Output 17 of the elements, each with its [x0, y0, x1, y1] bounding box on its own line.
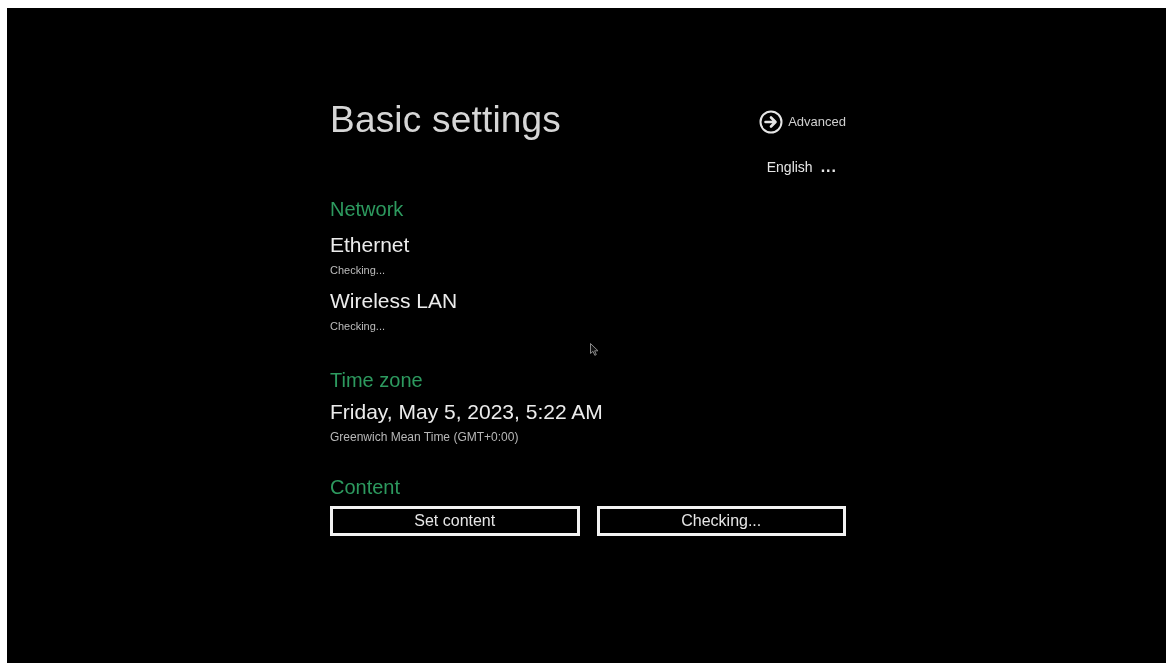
network-name[interactable]: Wireless LAN [330, 289, 458, 313]
content-button[interactable]: Set content [330, 506, 580, 536]
language-label: English [766, 158, 813, 176]
network-status: Checking... [330, 263, 387, 278]
advanced-link[interactable]: Advanced [759, 110, 846, 134]
page-title: Basic settings [330, 98, 562, 142]
date-time-text[interactable]: Friday, May 5, 2023, 5:22 AM [330, 400, 603, 424]
section-heading: Network [330, 197, 404, 221]
arrow-circle-icon [759, 110, 784, 134]
network-name[interactable]: Ethernet [330, 233, 410, 257]
mouse-pointer-icon [590, 343, 599, 356]
section-heading: Time zone [330, 368, 423, 392]
time-zone-text: Greenwich Mean Time (GMT+0:00) [330, 429, 519, 445]
network-status: Checking... [330, 319, 387, 334]
language-more-button[interactable]: ... [820, 158, 837, 176]
section-heading: Content [330, 475, 401, 499]
content-button[interactable]: Checking... [596, 506, 846, 536]
